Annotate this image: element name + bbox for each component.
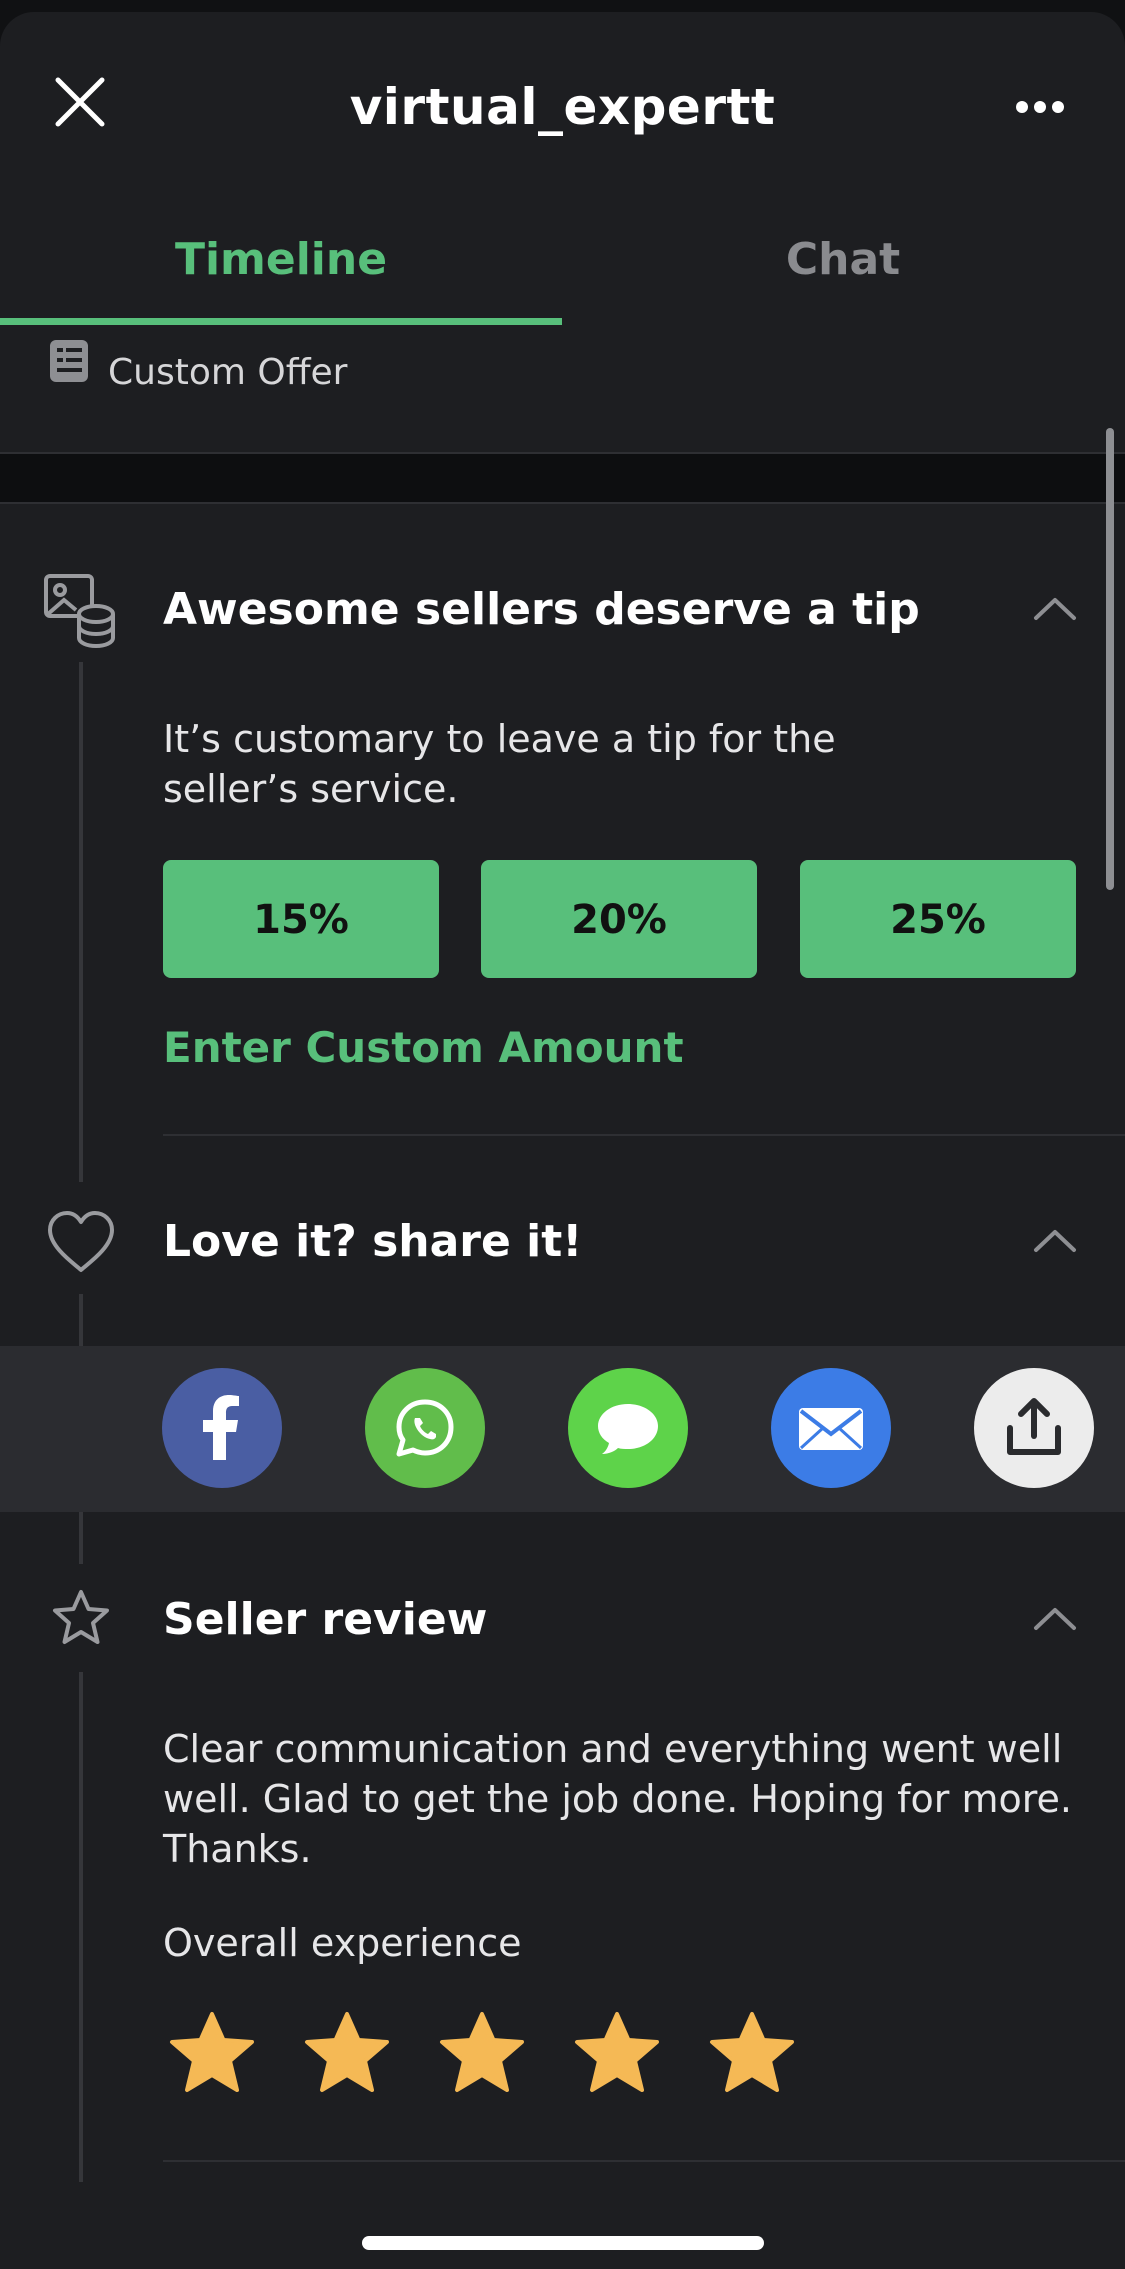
- facebook-icon: [203, 1395, 239, 1460]
- tip-20-button[interactable]: 20%: [481, 860, 757, 978]
- custom-offer-label[interactable]: Custom Offer: [108, 350, 347, 396]
- share-mail-button[interactable]: [771, 1368, 891, 1488]
- rating-star-1: [166, 2010, 258, 2098]
- home-indicator: [362, 2236, 764, 2250]
- tab-chat[interactable]: Chat: [562, 230, 1124, 290]
- tip-section-title: Awesome sellers deserve a tip: [163, 584, 920, 635]
- image-coins-icon: [42, 572, 118, 648]
- star-outline-icon: [50, 1588, 112, 1648]
- review-text-line-1: Clear communication and everything went …: [163, 1727, 1063, 1771]
- rating-star-3: [436, 2010, 528, 2098]
- document-list-icon: [48, 338, 90, 384]
- review-text-line-3: Thanks.: [163, 1827, 312, 1871]
- page-title: virtual_expertt: [349, 78, 776, 136]
- divider: [163, 2160, 1125, 2162]
- overall-experience-label: Overall experience: [163, 1921, 522, 1965]
- share-facebook-button[interactable]: [162, 1368, 282, 1488]
- share-more-button[interactable]: [974, 1368, 1094, 1488]
- collapse-review-button[interactable]: [1030, 1604, 1080, 1634]
- share-section-title: Love it? share it!: [163, 1216, 583, 1267]
- active-tab-indicator: [0, 318, 562, 325]
- timeline-line: [79, 1512, 83, 1564]
- share-upload-icon: [1007, 1398, 1061, 1455]
- tip-15-button[interactable]: 15%: [163, 860, 439, 978]
- enter-custom-amount-link[interactable]: Enter Custom Amount: [163, 1020, 684, 1076]
- review-text-line-2: well. Glad to get the job done. Hoping f…: [163, 1777, 1072, 1821]
- whatsapp-icon: [396, 1399, 454, 1457]
- chevron-up-icon: [1034, 598, 1076, 620]
- collapse-share-button[interactable]: [1030, 1226, 1080, 1256]
- tip-25-button[interactable]: 25%: [800, 860, 1076, 978]
- divider: [163, 1134, 1125, 1136]
- review-section-title: Seller review: [163, 1594, 488, 1645]
- collapse-tip-button[interactable]: [1030, 594, 1080, 624]
- chevron-up-icon: [1034, 1608, 1076, 1630]
- more-button[interactable]: [1010, 82, 1070, 132]
- tab-timeline[interactable]: Timeline: [0, 230, 562, 290]
- heart-icon: [46, 1210, 116, 1274]
- mail-icon: [799, 1408, 863, 1450]
- more-horizontal-icon: [1016, 101, 1064, 113]
- section-gap: [0, 454, 1125, 502]
- tip-description-line-1: It’s customary to leave a tip for the: [163, 717, 836, 761]
- share-whatsapp-button[interactable]: [365, 1368, 485, 1488]
- timeline-line: [79, 1294, 83, 1346]
- timeline-line: [79, 662, 83, 1182]
- screen: virtual_expertt Timeline Chat Custom Off…: [0, 12, 1125, 2269]
- message-bubble-icon: [598, 1404, 658, 1454]
- rating-star-5: [706, 2010, 798, 2098]
- tip-description-line-2: seller’s service.: [163, 767, 459, 811]
- share-messages-button[interactable]: [568, 1368, 688, 1488]
- timeline-line: [79, 1672, 83, 2182]
- scrollbar[interactable]: [1106, 428, 1114, 890]
- rating-star-2: [301, 2010, 393, 2098]
- rating-star-4: [571, 2010, 663, 2098]
- divider: [0, 502, 1125, 504]
- chevron-up-icon: [1034, 1230, 1076, 1252]
